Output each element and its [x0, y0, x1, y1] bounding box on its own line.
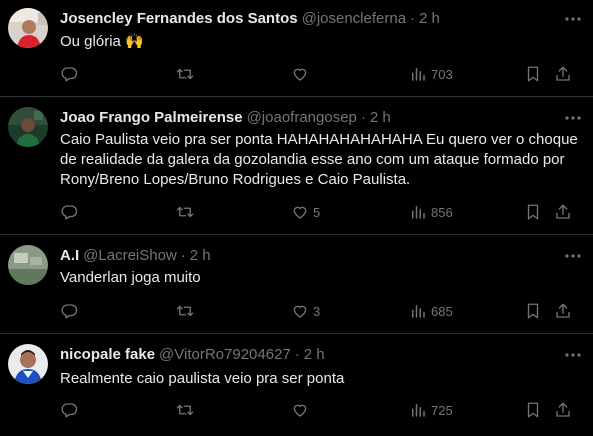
user-handle[interactable]: @VitorRo79204627 [159, 345, 291, 365]
more-icon[interactable] [563, 9, 583, 29]
views-button[interactable]: 685 [409, 301, 453, 321]
tweet-text: Ou glória 🙌 [60, 33, 144, 50]
timestamp[interactable]: 2 h [370, 108, 391, 128]
action-bar: 703 [60, 64, 583, 84]
display-name[interactable]: Josencley Fernandes dos Santos [60, 9, 298, 29]
retweet-icon [176, 302, 194, 320]
tweet-text: Realmente caio paulista veio pra ser pon… [60, 370, 345, 387]
tweet-text: Caio Paulista veio pra ser ponta HAHAHAH… [60, 131, 578, 188]
tweet-text: Vanderlan joga muito [60, 269, 201, 286]
tweet-header: A.I @LacreiShow · 2 h [60, 246, 583, 266]
reply-button[interactable] [60, 400, 82, 420]
share-button[interactable] [554, 64, 572, 84]
views-icon [409, 65, 427, 83]
tweet-header: nicopale fake @VitorRo79204627 · 2 h [60, 345, 583, 365]
tweet-header: Joao Frango Palmeirense @joaofrangosep ·… [60, 108, 583, 128]
tweet[interactable]: nicopale fake @VitorRo79204627 · 2 h Rea… [0, 334, 593, 436]
retweet-icon [176, 65, 194, 83]
like-button[interactable] [291, 400, 313, 420]
tweet[interactable]: Joao Frango Palmeirense @joaofrangosep ·… [0, 97, 593, 235]
reply-button[interactable] [60, 64, 82, 84]
reply-icon [60, 203, 78, 221]
views-button[interactable]: 725 [409, 400, 453, 420]
views-icon [409, 203, 427, 221]
like-count: 5 [313, 204, 321, 220]
like-count: 3 [313, 303, 321, 319]
share-icon [554, 401, 572, 419]
bookmark-button[interactable] [524, 301, 542, 321]
timeline: Josencley Fernandes dos Santos @josencle… [0, 0, 593, 436]
avatar[interactable] [8, 245, 48, 285]
views-icon [409, 401, 427, 419]
views-count: 703 [431, 66, 453, 82]
like-button[interactable] [291, 64, 313, 84]
bookmark-button[interactable] [524, 400, 542, 420]
separator: · [410, 10, 416, 27]
avatar[interactable] [8, 8, 48, 48]
separator: · [360, 109, 366, 126]
share-icon [554, 302, 572, 320]
retweet-icon [176, 401, 194, 419]
separator: · [180, 247, 186, 264]
views-button[interactable]: 856 [409, 202, 453, 222]
user-handle[interactable]: @LacreiShow [83, 246, 177, 266]
action-bar: 5 856 [60, 202, 583, 222]
views-count: 685 [431, 303, 453, 319]
share-button[interactable] [554, 400, 572, 420]
bookmark-icon [524, 65, 542, 83]
bookmark-button[interactable] [524, 202, 542, 222]
display-name[interactable]: Joao Frango Palmeirense [60, 108, 243, 128]
action-bar: 725 [60, 400, 583, 420]
action-bar: 3 685 [60, 301, 583, 321]
tweet[interactable]: Josencley Fernandes dos Santos @josencle… [0, 0, 593, 97]
reply-icon [60, 65, 78, 83]
timestamp[interactable]: 2 h [304, 345, 325, 365]
user-handle[interactable]: @joaofrangosep [247, 108, 357, 128]
retweet-button[interactable] [176, 301, 198, 321]
more-icon[interactable] [563, 246, 583, 266]
avatar[interactable] [8, 344, 48, 384]
like-button[interactable]: 5 [291, 202, 320, 222]
like-button[interactable]: 3 [291, 301, 320, 321]
views-button[interactable]: 703 [409, 64, 453, 84]
tweet[interactable]: A.I @LacreiShow · 2 h Vanderlan joga mui… [0, 235, 593, 334]
bookmark-button[interactable] [524, 64, 542, 84]
views-count: 856 [431, 204, 453, 220]
share-button[interactable] [554, 202, 572, 222]
reply-button[interactable] [60, 202, 82, 222]
more-icon[interactable] [563, 345, 583, 365]
share-icon [554, 203, 572, 221]
retweet-icon [176, 203, 194, 221]
bookmark-icon [524, 302, 542, 320]
retweet-button[interactable] [176, 64, 198, 84]
retweet-button[interactable] [176, 202, 198, 222]
timestamp[interactable]: 2 h [419, 9, 440, 29]
display-name[interactable]: nicopale fake [60, 345, 155, 365]
bookmark-icon [524, 401, 542, 419]
share-button[interactable] [554, 301, 572, 321]
like-icon [291, 401, 309, 419]
reply-icon [60, 401, 78, 419]
like-icon [291, 203, 309, 221]
separator: · [294, 346, 300, 363]
reply-button[interactable] [60, 301, 82, 321]
like-icon [291, 302, 309, 320]
like-icon [291, 65, 309, 83]
bookmark-icon [524, 203, 542, 221]
share-icon [554, 65, 572, 83]
more-icon[interactable] [563, 108, 583, 128]
display-name[interactable]: A.I [60, 246, 79, 266]
reply-icon [60, 302, 78, 320]
views-count: 725 [431, 402, 453, 418]
tweet-header: Josencley Fernandes dos Santos @josencle… [60, 9, 583, 29]
avatar[interactable] [8, 107, 48, 147]
views-icon [409, 302, 427, 320]
timestamp[interactable]: 2 h [190, 246, 211, 266]
user-handle[interactable]: @josencleferna [302, 9, 406, 29]
retweet-button[interactable] [176, 400, 198, 420]
